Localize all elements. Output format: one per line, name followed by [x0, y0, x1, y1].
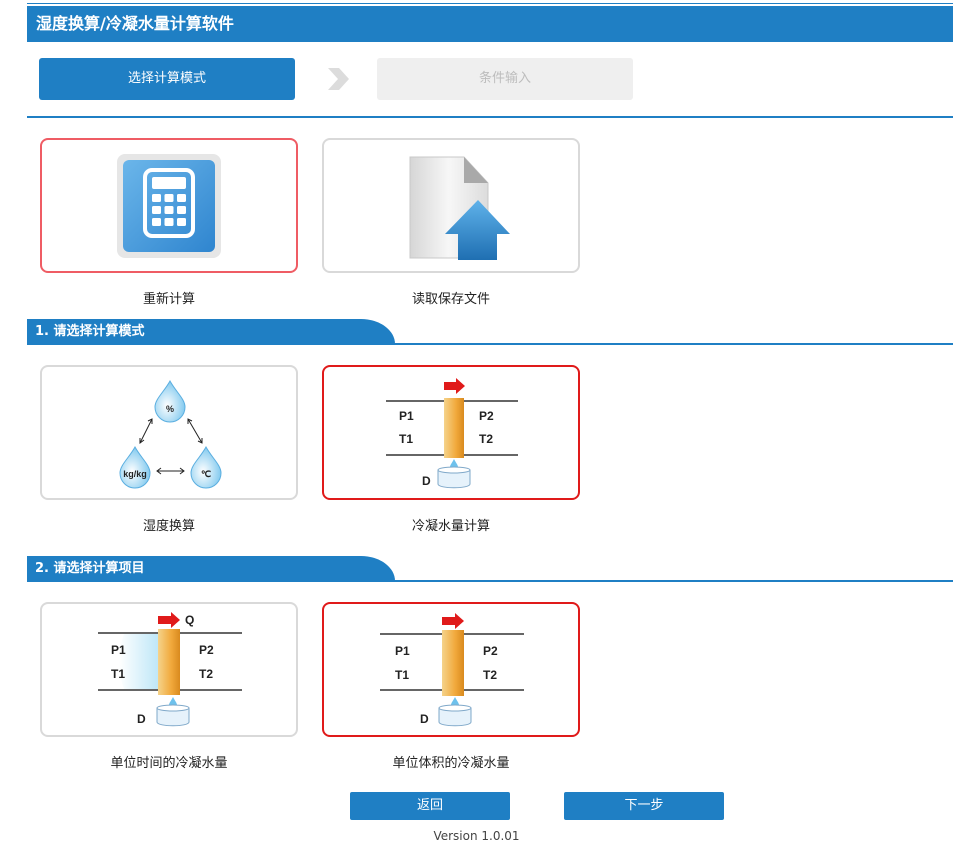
- arrow-right-icon: [158, 612, 180, 628]
- section-1-header: 1. 请选择计算模式: [27, 319, 395, 344]
- svg-text:kg/kg: kg/kg: [123, 469, 147, 479]
- section-2-title: 2. 请选择计算项目: [35, 561, 145, 576]
- water-drop-icon: [190, 445, 222, 489]
- svg-text:T2: T2: [199, 667, 213, 681]
- svg-text:D: D: [420, 712, 429, 726]
- condensate-per-time-diagram: Q P1 T1 P2 T2 D: [98, 612, 242, 727]
- condensate-per-time-card[interactable]: Q P1 T1 P2 T2 D: [40, 602, 298, 737]
- section-2-header: 2. 请选择计算项目: [27, 556, 395, 581]
- svg-text:T2: T2: [483, 668, 497, 682]
- version-text: Version 1.0.01: [433, 829, 520, 843]
- condensate-calculation-label: 冷凝水量计算: [411, 519, 490, 534]
- divider: [27, 116, 953, 118]
- svg-text:P2: P2: [479, 409, 494, 423]
- svg-text:P2: P2: [483, 644, 498, 658]
- svg-text:℃: ℃: [201, 469, 211, 479]
- condensate-per-volume-card[interactable]: P1 T1 P2 T2 D: [322, 602, 580, 737]
- water-drop-icon: [119, 445, 151, 489]
- condensate-diagram: P1 T1 P2 T2 D: [386, 378, 518, 489]
- water-drop-icon: [154, 379, 186, 423]
- humidity-conversion-label: 湿度换算: [142, 519, 195, 534]
- svg-text:T1: T1: [399, 432, 413, 446]
- condensate-per-time-label: 单位时间的冷凝水量: [110, 756, 228, 771]
- condensate-per-volume-diagram: P1 T1 P2 T2 D: [380, 613, 524, 727]
- open-saved-file-card[interactable]: [322, 138, 580, 273]
- arrow-right-icon: [444, 378, 465, 394]
- condensate-calculation-card[interactable]: P1 T1 P2 T2 D: [322, 365, 580, 500]
- open-saved-file-label: 读取保存文件: [411, 292, 490, 307]
- svg-text:T1: T1: [395, 668, 409, 682]
- arrow-right-icon: [442, 613, 464, 629]
- svg-text:P1: P1: [399, 409, 414, 423]
- svg-text:D: D: [137, 712, 146, 726]
- svg-text:D: D: [422, 474, 431, 488]
- app-title: 湿度换算/冷凝水量计算软件: [36, 14, 234, 33]
- next-button[interactable]: 下一步: [564, 792, 724, 820]
- chevron-right-icon: [328, 68, 349, 90]
- svg-text:P2: P2: [199, 643, 214, 657]
- step-condition-input[interactable]: 条件输入: [377, 58, 633, 100]
- app-title-bar: 湿度换算/冷凝水量计算软件: [27, 6, 953, 42]
- open-file-icon: [409, 156, 510, 260]
- title-top-line: [27, 3, 953, 4]
- back-button[interactable]: 返回: [350, 792, 510, 820]
- svg-text:P1: P1: [111, 643, 126, 657]
- svg-text:Q: Q: [185, 613, 194, 627]
- svg-text:P1: P1: [395, 644, 410, 658]
- recalculate-card[interactable]: [40, 138, 298, 273]
- section-1-title: 1. 请选择计算模式: [35, 324, 145, 339]
- svg-text:T2: T2: [479, 432, 493, 446]
- recalculate-label: 重新计算: [142, 292, 195, 307]
- svg-text:T1: T1: [111, 667, 125, 681]
- humidity-conversion-card[interactable]: % kg/kg ℃: [40, 365, 298, 500]
- calculator-icon: [117, 154, 221, 258]
- svg-text:%: %: [166, 404, 174, 414]
- step-select-mode[interactable]: 选择计算模式: [39, 58, 295, 100]
- humidity-conversion-diagram: % kg/kg ℃: [119, 379, 222, 489]
- condensate-per-volume-label: 单位体积的冷凝水量: [392, 756, 510, 771]
